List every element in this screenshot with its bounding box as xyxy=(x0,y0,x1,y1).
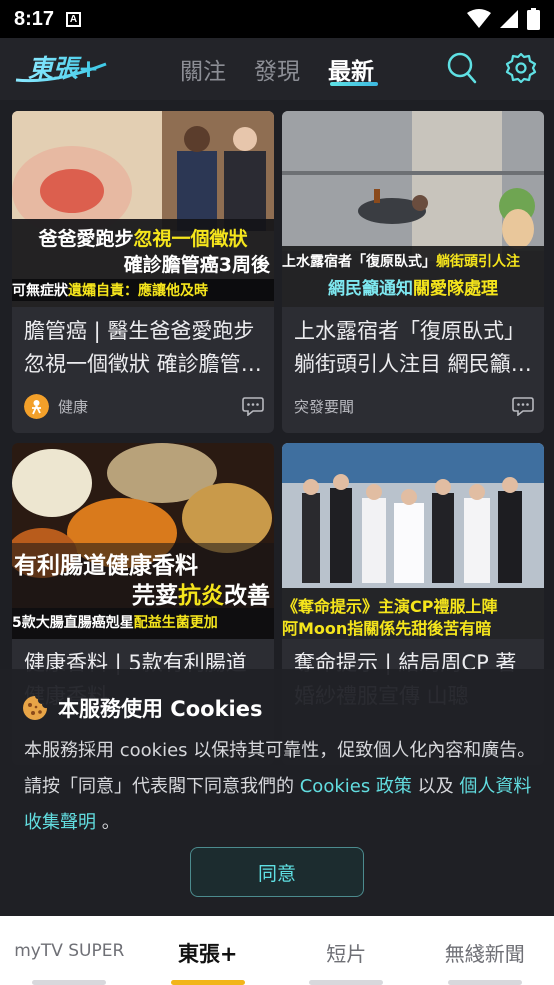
status-time: 8:17 xyxy=(14,7,55,30)
thumb-caption: 爸爸愛跑步忽視一個徵狀 xyxy=(38,228,248,250)
card-thumbnail: 爸爸愛跑步忽視一個徵狀 確診膽管癌3周後 可無症狀遺孀自責：應讓他及時 xyxy=(12,111,274,307)
nav-indicator xyxy=(447,980,522,985)
thumb-caption: 上水露宿者「復原臥式」躺街頭引人注 xyxy=(282,254,520,270)
thumb-caption: 可無症狀遺孀自責：應讓他及時 xyxy=(12,283,208,299)
nav-label: myTV SUPER xyxy=(14,941,125,961)
app-header: 東張+ 關注 發現 最新 xyxy=(0,38,554,100)
tab-label: 最新 xyxy=(328,59,374,85)
thumb-caption: 有利腸道健康香料 xyxy=(14,553,198,579)
tab-active-indicator xyxy=(330,82,378,86)
status-right xyxy=(467,8,540,30)
agree-button[interactable]: 同意 xyxy=(190,847,364,897)
thumb-caption: 確診膽管癌3周後 xyxy=(123,254,270,276)
cookie-text: 以及 xyxy=(411,776,460,797)
nav-item-tung-cheung[interactable]: 東張+ xyxy=(139,916,278,985)
category-avatar xyxy=(24,393,49,419)
card-thumbnail: 上水露宿者「復原臥式」躺街頭引人注 網民籲通知關愛隊處理 xyxy=(282,111,544,307)
nav-indicator xyxy=(309,980,383,985)
card-thumbnail: 有利腸道健康香料 芫荽抗炎改善 5款大腸直腸癌剋星配益生菌更加 xyxy=(12,443,274,639)
thumb-caption: 5款大腸直腸癌剋星配益生菌更加 xyxy=(12,615,218,631)
comment-icon[interactable] xyxy=(242,396,264,416)
cookie-body: 本服務採用 cookies 以保持其可靠性，促致個人化內容和廣告。請按「同意」代… xyxy=(24,733,536,841)
tab-label: 發現 xyxy=(254,59,300,85)
nav-label: 短片 xyxy=(326,942,367,966)
card-meta: 健康 xyxy=(24,391,264,421)
nav-indicator xyxy=(170,980,245,985)
tab-follow[interactable]: 關注 xyxy=(166,38,240,100)
tab-label: 關注 xyxy=(180,59,226,85)
card-title: 上水露宿者「復原臥式」躺街頭引人注目 網民籲通知關愛隊處理 xyxy=(294,319,532,376)
app-logo[interactable]: 東張+ xyxy=(14,50,126,90)
card-category: 健康 xyxy=(58,397,89,416)
nav-item-mytv-super[interactable]: myTV SUPER xyxy=(0,916,139,985)
cookie-policy-link[interactable]: Cookies 政策 xyxy=(300,776,412,797)
card-meta: 突發要聞 xyxy=(294,391,534,421)
status-bar: 8:17 A xyxy=(0,0,554,38)
nav-label: 無綫新聞 xyxy=(444,942,525,966)
wifi-icon xyxy=(467,9,491,28)
search-icon[interactable] xyxy=(447,52,477,84)
thumb-caption: 《奪命提示》主演CP禮服上陣 xyxy=(282,597,498,616)
bottom-nav: myTV SUPER 東張+ 短片 無綫新聞 xyxy=(0,916,554,985)
signal-icon xyxy=(500,10,518,28)
card-category: 突發要聞 xyxy=(294,397,355,416)
card-title: 膽管癌 | 醫生爸爸愛跑步忽視一個徵狀 確診膽管癌3周後 xyxy=(24,319,262,376)
nav-item-shorts[interactable]: 短片 xyxy=(277,916,416,985)
tab-latest[interactable]: 最新 xyxy=(314,38,388,100)
logo-text: 東張+ xyxy=(28,54,99,83)
nav-indicator xyxy=(32,980,106,985)
comment-icon[interactable] xyxy=(512,396,534,416)
news-card[interactable]: 上水露宿者「復原臥式」躺街頭引人注 網民籲通知關愛隊處理 上水露宿者「復原臥式」… xyxy=(282,111,544,433)
settings-icon[interactable] xyxy=(505,52,537,84)
cookie-text: 。 xyxy=(96,812,120,833)
news-card[interactable]: 爸爸愛跑步忽視一個徵狀 確診膽管癌3周後 可無症狀遺孀自責：應讓他及時 膽管癌 … xyxy=(12,111,274,433)
thumb-caption: 阿Moon指關係先甜後苦有暗 xyxy=(282,619,492,638)
thumb-caption: 網民籲通知關愛隊處理 xyxy=(328,279,498,299)
thumb-caption: 芫荽抗炎改善 xyxy=(132,583,270,609)
top-tabs: 關注 發現 最新 xyxy=(166,38,388,100)
cookie-banner: 本服務使用 Cookies 本服務採用 cookies 以保持其可靠性，促致個人… xyxy=(0,669,554,916)
nav-label: 東張+ xyxy=(177,942,238,966)
battery-icon xyxy=(527,8,540,30)
tab-discover[interactable]: 發現 xyxy=(240,38,314,100)
nav-item-tvb-news[interactable]: 無綫新聞 xyxy=(416,916,554,985)
notification-icon: A xyxy=(66,11,82,27)
cookie-title: 本服務使用 Cookies xyxy=(58,697,263,721)
cookie-icon xyxy=(23,696,47,720)
card-thumbnail: 《奪命提示》主演CP禮服上陣 阿Moon指關係先甜後苦有暗 xyxy=(282,443,544,639)
